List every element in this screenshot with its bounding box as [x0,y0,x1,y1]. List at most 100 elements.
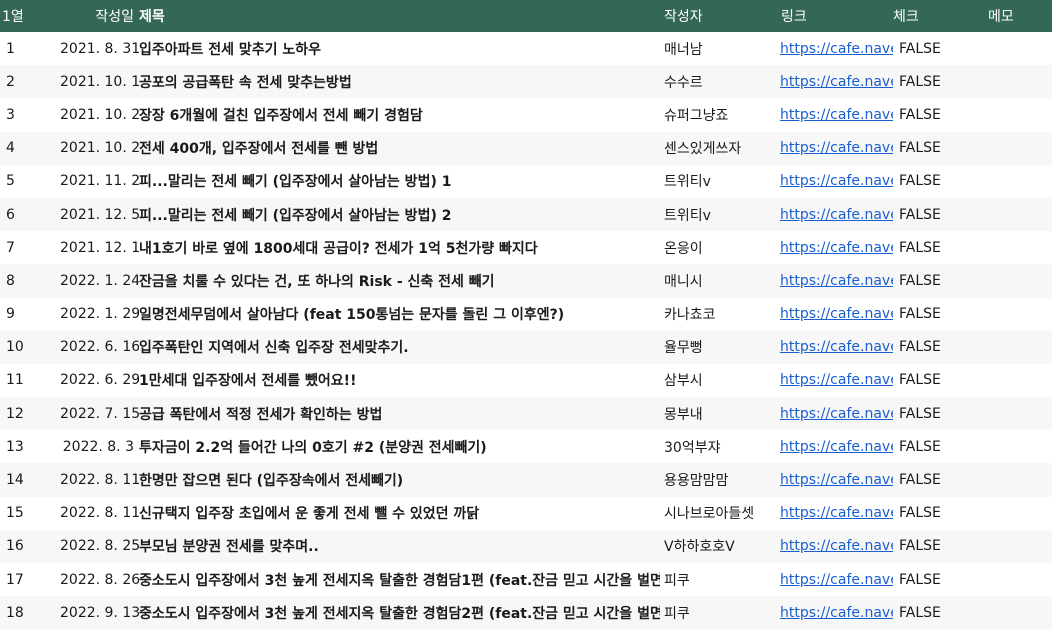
cell-check[interactable]: FALSE [893,207,988,223]
link-text[interactable]: https://cafe.nave [780,107,893,123]
header-col-title[interactable]: 제목 [139,6,660,26]
cell-no[interactable]: 8 [0,273,60,289]
cell-date[interactable]: 2022. 1. 29 [60,306,139,322]
cell-check[interactable]: FALSE [893,41,988,57]
cell-title[interactable]: 공포의 공급폭탄 속 전세 맞추는방법 [139,72,660,92]
cell-no[interactable]: 12 [0,406,60,422]
table-row[interactable]: 17 2022. 8. 26 중소도시 입주장에서 3천 높게 전세지옥 탈출한 경… [0,563,1052,596]
link-text[interactable]: https://cafe.nave [780,140,893,156]
cell-author[interactable]: 피쿠 [660,570,775,590]
cell-date[interactable]: 2021. 10. 20 [60,107,139,123]
table-row[interactable]: 22021. 10. 14공포의 공급폭탄 속 전세 맞추는방법수수르 https… [0,65,1052,99]
cell-author[interactable]: 센스있게쓰자 [660,138,775,158]
table-row[interactable]: 1 2021. 8. 31 입주아파트 전세 맞추기 노하우 매너남 https://c… [0,32,1052,65]
cell-no[interactable]: 18 [0,605,60,621]
link-text[interactable]: https://cafe.nave [780,339,893,355]
link-text[interactable]: https://cafe.nave [780,472,893,488]
cell-author[interactable]: 용용맘맘맘 [660,470,775,490]
table-row[interactable]: 52021. 11. 29피...말리는 전세 빼기 (입주장에서 살아남는 방… [0,165,1052,198]
cell-link[interactable]: https://cafe.nave [775,538,893,554]
cell-link[interactable]: https://cafe.nave [775,406,893,422]
cell-date[interactable]: 2022. 7. 15 [60,406,139,422]
cell-no[interactable]: 1 [0,41,60,57]
table-row[interactable]: 10 2022. 6. 16 입주폭탄인 지역에서 신축 입주장 전세맞추기. 율무뻥… [0,330,1052,364]
cell-no[interactable]: 17 [0,572,60,588]
cell-title[interactable]: 부모님 분양권 전세를 맞추며.. [139,536,660,556]
table-row[interactable]: 42021. 10. 28전세 400개, 입주장에서 전세를 뺀 방법센스있게… [0,131,1052,165]
cell-title[interactable]: 피...말리는 전세 빼기 (입주장에서 살아남는 방법) 1 [139,171,660,191]
cell-no[interactable]: 13 [0,439,60,455]
header-col-link[interactable]: 링크 [775,6,893,26]
cell-link[interactable]: https://cafe.nave [775,306,893,322]
link-text[interactable]: https://cafe.nave [780,207,893,223]
table-row[interactable]: 8 2022. 1. 24 잔금을 치룰 수 있다는 건, 또 하나의 Risk -… [0,264,1052,298]
cell-no[interactable]: 11 [0,372,60,388]
cell-no[interactable]: 16 [0,538,60,554]
cell-link[interactable]: https://cafe.nave [775,572,893,588]
cell-check[interactable]: FALSE [893,173,988,189]
cell-no[interactable]: 9 [0,306,60,322]
cell-title[interactable]: 투자금이 2.2억 들어간 나의 0호기 #2 (분양권 전세빼기) [139,437,660,457]
link-text[interactable]: https://cafe.nave [780,439,893,455]
header-col-author[interactable]: 작성자 [660,6,775,26]
link-text[interactable]: https://cafe.nave [780,173,893,189]
cell-title[interactable]: 전세 400개, 입주장에서 전세를 뺀 방법 [139,138,660,158]
link-text[interactable]: https://cafe.nave [780,306,893,322]
cell-no[interactable]: 5 [0,173,60,189]
table-row[interactable]: 32021. 10. 20장장 6개월에 걸친 입주장에서 전세 빼기 경험담슈… [0,98,1052,131]
cell-check[interactable]: FALSE [893,339,988,355]
cell-date[interactable]: 2021. 11. 29 [60,173,139,189]
link-text[interactable]: https://cafe.nave [780,240,893,256]
cell-check[interactable]: FALSE [893,372,988,388]
table-row[interactable]: 12 2022. 7. 15 공급 폭탄에서 적정 전세가 확인하는 방법 몽부내 ht… [0,397,1052,431]
cell-date[interactable]: 2022. 1. 24 [60,273,139,289]
cell-author[interactable]: 30억부쟈 [660,437,775,457]
cell-date[interactable]: 2022. 8. 25 [60,538,139,554]
header-col-memo[interactable]: 메모 [988,6,1052,26]
cell-no[interactable]: 15 [0,505,60,521]
cell-title[interactable]: 입주폭탄인 지역에서 신축 입주장 전세맞추기. [139,337,660,357]
cell-check[interactable]: FALSE [893,572,988,588]
cell-title[interactable]: 내1호기 바로 옆에 1800세대 공급이? 전세가 1억 5천가량 빠지다 [139,238,660,258]
header-col-no[interactable]: 1열 [0,6,60,26]
cell-author[interactable]: 피쿠 [660,603,775,623]
link-text[interactable]: https://cafe.nave [780,406,893,422]
cell-check[interactable]: FALSE [893,439,988,455]
link-text[interactable]: https://cafe.nave [780,372,893,388]
cell-author[interactable]: 카나쵸코 [660,304,775,324]
cell-check[interactable]: FALSE [893,605,988,621]
cell-date[interactable]: 2021. 8. 31 [60,41,139,57]
cell-link[interactable]: https://cafe.nave [775,107,893,123]
cell-date[interactable]: 2022. 8. 11 [60,472,139,488]
cell-check[interactable]: FALSE [893,306,988,322]
cell-no[interactable]: 14 [0,472,60,488]
cell-title[interactable]: 피...말리는 전세 빼기 (입주장에서 살아남는 방법) 2 [139,205,660,225]
cell-link[interactable]: https://cafe.nave [775,472,893,488]
cell-link[interactable]: https://cafe.nave [775,605,893,621]
cell-date[interactable]: 2021. 12. 5 [60,207,139,223]
table-row[interactable]: 14 2022. 8. 11 한명만 잡으면 된다 (입주장속에서 전세빼기) 용용맘… [0,463,1052,497]
cell-check[interactable]: FALSE [893,240,988,256]
cell-link[interactable]: https://cafe.nave [775,173,893,189]
table-row[interactable]: 6 2021. 12. 5 피...말리는 전세 빼기 (입주장에서 살아남는 방법… [0,197,1052,232]
table-row[interactable]: 18 2022. 9. 13 중소도시 입주장에서 3천 높게 전세지옥 탈출한 경… [0,596,1052,630]
cell-date[interactable]: 2021. 12. 16 [60,240,139,256]
cell-title[interactable]: 일명전세무덤에서 살아남다 (feat 150통넘는 문자를 돌린 그 이후엔?… [139,304,660,324]
cell-date[interactable]: 2021. 10. 14 [60,74,139,90]
table-row[interactable]: 16 2022. 8. 25 부모님 분양권 전세를 맞추며.. V하하호호V http… [0,529,1052,563]
table-row[interactable]: 15 2022. 8. 11 신규택지 입주장 초입에서 운 좋게 전세 뺄 수 있… [0,497,1052,530]
cell-link[interactable]: https://cafe.nave [775,439,893,455]
header-col-check[interactable]: 체크 [893,6,988,26]
cell-check[interactable]: FALSE [893,505,988,521]
link-text[interactable]: https://cafe.nave [780,41,893,57]
cell-link[interactable]: https://cafe.nave [775,207,893,223]
cell-date[interactable]: 2022. 9. 13 [60,605,139,621]
cell-no[interactable]: 6 [0,207,60,223]
cell-link[interactable]: https://cafe.nave [775,505,893,521]
cell-check[interactable]: FALSE [893,538,988,554]
cell-author[interactable]: 트위티v [660,205,775,225]
cell-title[interactable]: 신규택지 입주장 초입에서 운 좋게 전세 뺄 수 있었던 까닭 [139,503,660,523]
cell-author[interactable]: V하하호호V [660,536,775,556]
cell-title[interactable]: 1만세대 입주장에서 전세를 뺐어요!! [139,370,660,390]
cell-author[interactable]: 시나브로아들셋 [660,503,775,523]
